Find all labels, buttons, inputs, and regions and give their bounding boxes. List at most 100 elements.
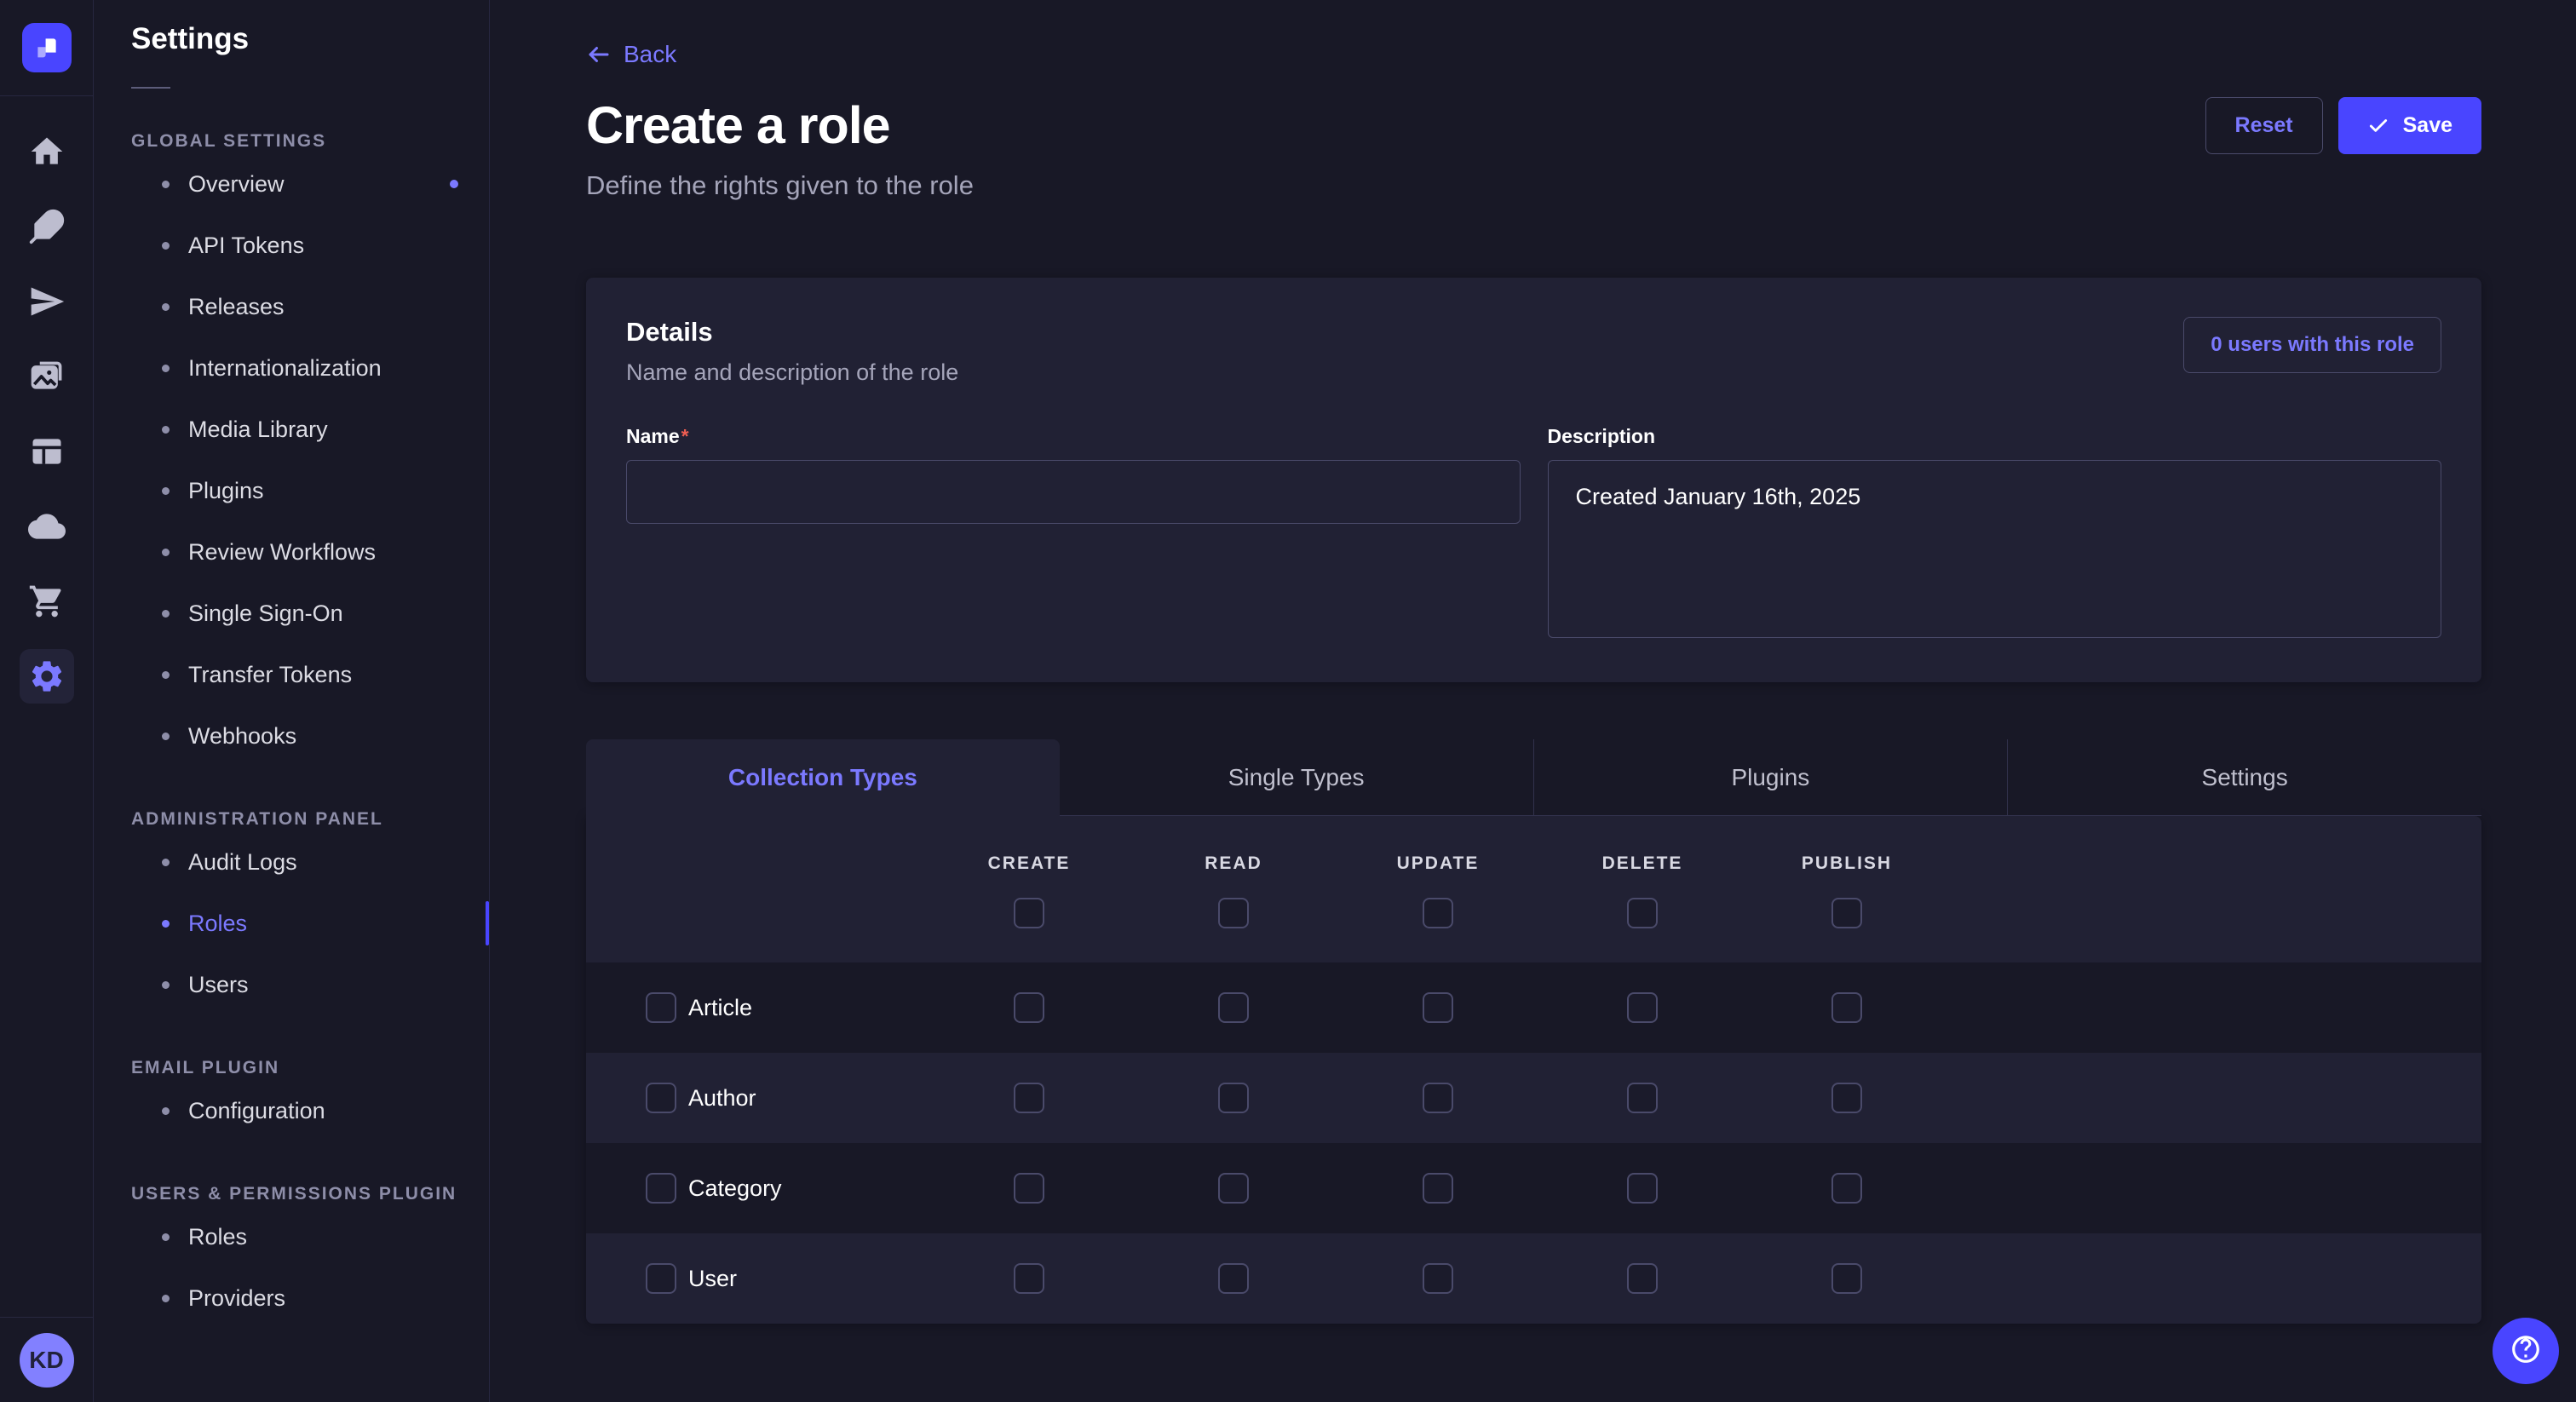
sidebar-item-overview[interactable]: Overview [131, 153, 489, 215]
back-link[interactable]: Back [586, 41, 676, 68]
table-row-category: Category [586, 1143, 2481, 1233]
bullet-icon [162, 242, 170, 250]
select-all-create-checkbox[interactable] [1014, 898, 1044, 928]
sidebar-item-users[interactable]: Users [131, 954, 489, 1015]
sidebar-item-single-sign-on[interactable]: Single Sign-On [131, 583, 489, 644]
row-article-checkbox[interactable] [646, 992, 676, 1023]
nav-section-users-permissions-plugin: USERS & PERMISSIONS PLUGIN [131, 1184, 489, 1204]
sidebar-item-review-workflows[interactable]: Review Workflows [131, 521, 489, 583]
description-textarea[interactable]: Created January 16th, 2025 [1548, 460, 2442, 638]
sidebar-item-roles-up[interactable]: Roles [131, 1206, 489, 1267]
settings-nav-title: Settings [131, 22, 489, 56]
nav-section-administration-panel: ADMINISTRATION PANEL [131, 809, 489, 830]
article-update-checkbox[interactable] [1423, 992, 1453, 1023]
bullet-icon [162, 426, 170, 434]
bullet-icon [162, 733, 170, 740]
users-with-role-button[interactable]: 0 users with this role [2183, 317, 2441, 373]
strapi-logo[interactable] [22, 23, 72, 72]
notification-dot [450, 180, 458, 188]
settings-nav-panel: Settings GLOBAL SETTINGS Overview API To… [94, 0, 490, 1402]
media-library-icon[interactable] [20, 349, 74, 404]
details-card: Details Name and description of the role… [586, 278, 2481, 682]
permissions-tabs: Collection Types Single Types Plugins Se… [586, 739, 2481, 816]
permissions-table: CREATE READ UPDATE DELETE PUBLISH [586, 816, 2481, 1324]
cloud-icon[interactable] [20, 499, 74, 554]
save-button[interactable]: Save [2338, 97, 2481, 154]
permissions-table-header: CREATE READ UPDATE DELETE PUBLISH [586, 816, 2481, 962]
select-all-publish-checkbox[interactable] [1831, 898, 1862, 928]
strip-icon-nav [0, 96, 93, 1317]
tab-single-types[interactable]: Single Types [1060, 739, 1533, 816]
active-item-indicator [486, 901, 489, 945]
name-input[interactable] [626, 460, 1521, 524]
row-user-checkbox[interactable] [646, 1263, 676, 1294]
bullet-icon [162, 181, 170, 188]
name-label: Name* [626, 425, 1521, 448]
avatar[interactable]: KD [20, 1333, 74, 1388]
sidebar-item-api-tokens[interactable]: API Tokens [131, 215, 489, 276]
user-create-checkbox[interactable] [1014, 1263, 1044, 1294]
gear-icon[interactable] [20, 649, 74, 704]
category-delete-checkbox[interactable] [1627, 1173, 1658, 1204]
sidebar-item-releases[interactable]: Releases [131, 276, 489, 337]
row-author-checkbox[interactable] [646, 1083, 676, 1113]
category-create-checkbox[interactable] [1014, 1173, 1044, 1204]
article-publish-checkbox[interactable] [1831, 992, 1862, 1023]
help-button[interactable] [2493, 1318, 2559, 1384]
select-all-read-checkbox[interactable] [1218, 898, 1249, 928]
paper-plane-icon[interactable] [20, 274, 74, 329]
sidebar-item-media-library[interactable]: Media Library [131, 399, 489, 460]
main-content: Back Create a role Define the rights giv… [490, 0, 2576, 1402]
sidebar-item-roles-admin[interactable]: Roles [131, 893, 489, 954]
page-title: Create a role [586, 95, 974, 155]
user-read-checkbox[interactable] [1218, 1263, 1249, 1294]
sidebar-item-plugins[interactable]: Plugins [131, 460, 489, 521]
category-update-checkbox[interactable] [1423, 1173, 1453, 1204]
layout-icon[interactable] [20, 424, 74, 479]
category-publish-checkbox[interactable] [1831, 1173, 1862, 1204]
column-update: UPDATE [1336, 816, 1540, 962]
article-read-checkbox[interactable] [1218, 992, 1249, 1023]
tab-plugins[interactable]: Plugins [1533, 739, 2008, 816]
tab-collection-types[interactable]: Collection Types [586, 739, 1060, 816]
column-delete: DELETE [1540, 816, 1745, 962]
sidebar-item-transfer-tokens[interactable]: Transfer Tokens [131, 644, 489, 705]
sidebar-item-providers[interactable]: Providers [131, 1267, 489, 1329]
details-card-header: Details Name and description of the role… [626, 317, 2441, 386]
sidebar-item-webhooks[interactable]: Webhooks [131, 705, 489, 767]
author-delete-checkbox[interactable] [1627, 1083, 1658, 1113]
column-create: CREATE [927, 816, 1131, 962]
sidebar-item-audit-logs[interactable]: Audit Logs [131, 831, 489, 893]
page-title-block: Create a role Define the rights given to… [586, 95, 974, 201]
author-update-checkbox[interactable] [1423, 1083, 1453, 1113]
bullet-icon [162, 671, 170, 679]
row-category-checkbox[interactable] [646, 1173, 676, 1204]
user-delete-checkbox[interactable] [1627, 1263, 1658, 1294]
article-delete-checkbox[interactable] [1627, 992, 1658, 1023]
logo-area [0, 0, 93, 96]
tab-settings[interactable]: Settings [2007, 739, 2481, 816]
home-icon[interactable] [20, 124, 74, 179]
article-create-checkbox[interactable] [1014, 992, 1044, 1023]
reset-button[interactable]: Reset [2205, 97, 2323, 154]
sidebar-item-configuration[interactable]: Configuration [131, 1080, 489, 1141]
feather-icon[interactable] [20, 199, 74, 254]
select-all-delete-checkbox[interactable] [1627, 898, 1658, 928]
nav-section-email-plugin: EMAIL PLUGIN [131, 1058, 489, 1078]
user-publish-checkbox[interactable] [1831, 1263, 1862, 1294]
nav-section-global-settings: GLOBAL SETTINGS [131, 131, 489, 152]
author-read-checkbox[interactable] [1218, 1083, 1249, 1113]
sidebar-item-internationalization[interactable]: Internationalization [131, 337, 489, 399]
cart-icon[interactable] [20, 574, 74, 629]
select-all-update-checkbox[interactable] [1423, 898, 1453, 928]
author-publish-checkbox[interactable] [1831, 1083, 1862, 1113]
author-create-checkbox[interactable] [1014, 1083, 1044, 1113]
permissions-section: Collection Types Single Types Plugins Se… [586, 739, 2481, 1324]
page-subtitle: Define the rights given to the role [586, 170, 974, 201]
user-update-checkbox[interactable] [1423, 1263, 1453, 1294]
strip-user-area: KD [0, 1317, 93, 1402]
category-read-checkbox[interactable] [1218, 1173, 1249, 1204]
arrow-left-icon [586, 42, 612, 67]
bullet-icon [162, 1295, 170, 1302]
description-field-group: Description Created January 16th, 2025 [1548, 425, 2442, 642]
